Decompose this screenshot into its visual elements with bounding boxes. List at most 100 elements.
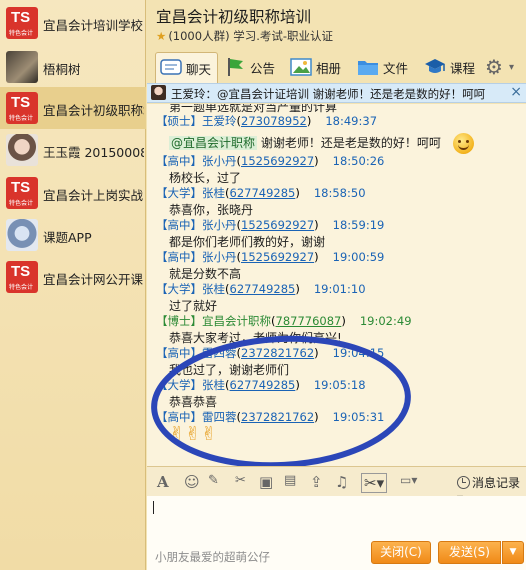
sender-name[interactable]: 张桂 <box>202 186 225 200</box>
message-input[interactable] <box>147 496 526 540</box>
contact-name: 宜昌会计初级职称培训 <box>43 103 144 118</box>
sender-qq-link[interactable]: 1525692927 <box>241 250 314 264</box>
contact-sidebar: TS特色会计 宜昌会计培训学校 梧桐树 TS特色会计 宜昌会计初级职称培训 王玉… <box>0 0 146 570</box>
tab-chat[interactable]: 聊天 <box>155 52 219 83</box>
announcement-bar[interactable]: 王爱玲：@宜昌会计证培训 谢谢老师！还是老是数的好！呵呵 × <box>147 83 526 103</box>
sender-qq-link[interactable]: 1525692927 <box>241 154 314 168</box>
contact-item-yichang-practice[interactable]: TS 特色会计 宜昌会计上岗实战 <box>0 172 146 214</box>
sender-name[interactable]: 宜昌会计职称 <box>202 314 271 328</box>
upload-icon[interactable]: ⇪ <box>310 473 323 491</box>
ts-logo-avatar: TS 特色会计 <box>6 261 38 293</box>
tab-files[interactable]: 文件 <box>357 53 408 81</box>
flag-icon <box>224 57 246 77</box>
text-caret <box>153 501 154 514</box>
message-header: 【博士】宜昌会计职称(787776087) 19:02:49 <box>156 314 412 328</box>
rich-text-icon[interactable]: ✎ <box>208 473 219 488</box>
more-tools-icon[interactable]: ▭▾ <box>400 473 417 487</box>
music-icon[interactable]: ♫ <box>335 473 348 491</box>
contact-item-yichang-junior-title[interactable]: TS特色会计 宜昌会计初级职称培训 <box>0 87 146 129</box>
clock-icon <box>457 476 470 489</box>
sender-qq-link[interactable]: 787776087 <box>276 314 342 328</box>
avatar <box>151 85 166 100</box>
tab-courses[interactable]: 课程 <box>424 53 475 81</box>
chat-bubble-icon <box>160 58 182 78</box>
message-text: 杨校长，过了 <box>169 171 242 185</box>
sender-name[interactable]: 张桂 <box>202 282 225 296</box>
group-title: 宜昌会计初级职称培训 <box>156 8 312 26</box>
message-header: 【高中】张小丹(1525692927) 18:59:19 <box>156 218 385 232</box>
message-header: 【大学】张桂(627749285) 19:05:18 <box>156 378 366 392</box>
smile-emoji-icon <box>452 133 474 154</box>
contact-name: 梧桐树 <box>43 62 81 77</box>
tab-album[interactable]: 相册 <box>290 53 341 81</box>
avatar <box>6 219 38 251</box>
sender-qq-link[interactable]: 627749285 <box>230 378 296 392</box>
sender-qq-link[interactable]: 273078952 <box>241 114 307 128</box>
font-icon[interactable]: A <box>157 473 169 491</box>
message-header: 【大学】张桂(627749285) 19:01:10 <box>156 282 366 296</box>
sender-qq-link[interactable]: 2372821762 <box>241 346 314 360</box>
chat-history[interactable]: 第一题单选就是对当产量的计算 【硕士】王爱玲(273078952) 18:49:3… <box>147 104 526 466</box>
contact-name: 课题APP <box>43 230 92 245</box>
scissors-icon[interactable]: ✂▾ <box>361 473 388 493</box>
mention-tag[interactable]: @宜昌会计职称 <box>169 136 258 150</box>
ts-logo-avatar: TS 特色会计 <box>6 177 38 209</box>
announcement-text: 王爱玲：@宜昌会计证培训 谢谢老师！还是老是数的好！呵呵 <box>171 87 486 101</box>
contact-name: 宜昌会计培训学校 <box>43 18 144 33</box>
sender-qq-link[interactable]: 627749285 <box>230 186 296 200</box>
input-footer: 小朋友最爱的超萌公仔 关闭(C) 发送(S) ▼ <box>147 540 526 570</box>
victory-emoji-icon: ✌✌✌ <box>169 423 217 445</box>
message-header: 【硕士】王爱玲(273078952) 18:49:37 <box>156 114 378 128</box>
sender-qq-link[interactable]: 2372821762 <box>241 410 314 424</box>
message-text: 都是你们老师们教的好，谢谢 <box>169 235 326 249</box>
photo-icon <box>290 57 312 77</box>
avatar <box>6 134 38 166</box>
ts-logo-avatar: TS 特色会计 <box>6 92 38 124</box>
message-header: 【高中】张小丹(1525692927) 18:50:26 <box>156 154 385 168</box>
close-button[interactable]: 关闭(C) <box>371 541 431 564</box>
send-button[interactable]: 发送(S) <box>438 541 501 564</box>
sender-name[interactable]: 张小丹 <box>202 250 237 264</box>
message-text: 恭喜你，张晓丹 <box>169 203 254 217</box>
sender-name[interactable]: 张小丹 <box>202 218 237 232</box>
sender-qq-link[interactable]: 1525692927 <box>241 218 314 232</box>
contact-name: 王玉霞 20150008 <box>43 145 144 160</box>
send-options-chevron-icon[interactable]: ▼ <box>502 541 524 564</box>
avatar <box>6 51 38 83</box>
message-text: 恭喜恭喜 <box>169 395 218 409</box>
settings-gear-icon[interactable]: ⚙ <box>485 53 503 81</box>
close-icon[interactable]: × <box>510 84 522 100</box>
contact-item-wutongshu[interactable]: 梧桐树 <box>0 46 146 88</box>
folder-icon <box>357 57 379 77</box>
message-text: 过了就好 <box>169 299 218 313</box>
contact-item-wang-yuxia[interactable]: 王玉霞 20150008 <box>0 129 146 171</box>
image-icon[interactable]: ▣ <box>259 473 273 491</box>
emoji-icon[interactable]: ☺ <box>184 473 200 491</box>
sender-name[interactable]: 雷四蓉 <box>202 346 237 360</box>
message-header: 【高中】张小丹(1525692927) 19:00:59 <box>156 250 385 264</box>
chat-window: 宜昌会计初级职称培训 ★ (1000人群) 学习.考试-职业认证 聊天 公告 相册… <box>147 0 526 570</box>
tab-announcement[interactable]: 公告 <box>224 53 275 81</box>
contact-item-yichang-training-school[interactable]: TS 特色会计 宜昌会计培训学校 <box>0 2 146 44</box>
ts-logo-avatar: TS 特色会计 <box>6 7 38 39</box>
contact-name: 宜昌会计网公开课 <box>43 272 144 287</box>
graduation-cap-icon <box>424 57 446 77</box>
screenshot-icon[interactable]: ✂ <box>235 473 246 488</box>
sender-name[interactable]: 张小丹 <box>202 154 237 168</box>
sender-name[interactable]: 雷四蓉 <box>202 410 237 424</box>
sender-name[interactable]: 王爱玲 <box>202 114 237 128</box>
star-icon: ★ <box>156 29 167 43</box>
message-header: 【高中】雷四蓉(2372821762) 19:04:15 <box>156 346 385 360</box>
signature-text: 小朋友最爱的超萌公仔 <box>155 550 270 564</box>
message-text: @宜昌会计职称 谢谢老师！还是老是数的好！呵呵 <box>169 133 474 154</box>
contact-item-keti-app[interactable]: 课题APP <box>0 214 146 256</box>
sender-qq-link[interactable]: 627749285 <box>230 282 296 296</box>
sender-name[interactable]: 张桂 <box>202 378 225 392</box>
message-text: 我也过了，谢谢老师们 <box>169 363 290 377</box>
gallery-icon[interactable]: ▤ <box>284 473 296 488</box>
chevron-down-icon[interactable]: ▾ <box>509 53 514 81</box>
group-subtitle: ★ (1000人群) 学习.考试-职业认证 <box>156 29 334 43</box>
message-text: 就是分数不高 <box>169 267 242 281</box>
contact-item-yichang-open-class[interactable]: TS 特色会计 宜昌会计网公开课 <box>0 256 146 298</box>
group-toolbar: 聊天 公告 相册 文件 课程 ⚙ ▾ <box>147 49 526 85</box>
